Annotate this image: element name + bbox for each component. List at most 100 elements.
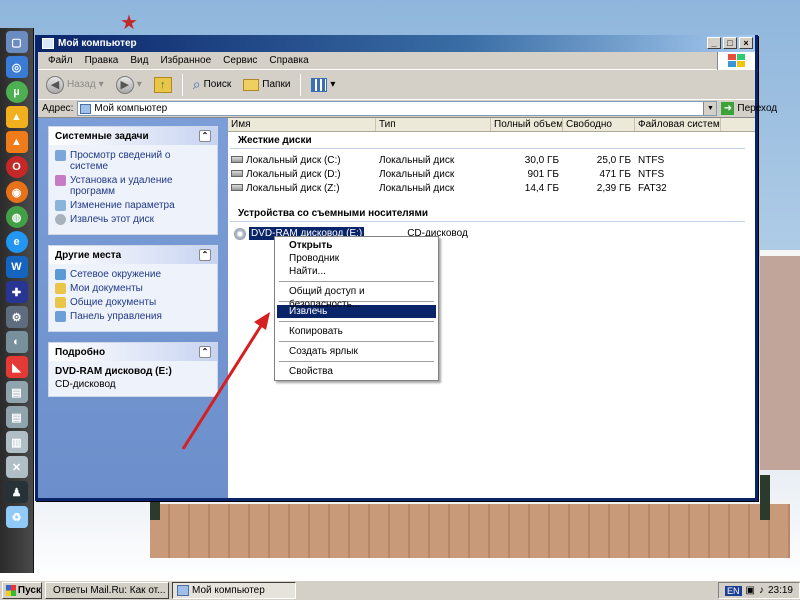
taskbar-item-browser[interactable]: Ответы Mail.Ru: Как от... xyxy=(45,582,169,599)
chevron-down-icon[interactable]: ▼ xyxy=(703,102,717,115)
dock-torrent-icon[interactable]: µ xyxy=(5,81,28,103)
volume-tray-icon[interactable]: ♪ xyxy=(759,585,764,596)
folder-icon xyxy=(55,297,66,308)
chevron-up-icon[interactable]: ⌃ xyxy=(199,249,211,261)
dock-folder-icon[interactable]: ▤ xyxy=(5,406,28,428)
dock-chart-icon[interactable]: ◣ xyxy=(5,356,28,378)
column-name[interactable]: Имя xyxy=(228,118,376,131)
table-row[interactable]: Локальный диск (C:) Локальный диск 30,0 … xyxy=(228,153,755,167)
menu-separator xyxy=(279,281,434,282)
chevron-up-icon[interactable]: ⌃ xyxy=(199,130,211,142)
dock-ie-icon[interactable]: e xyxy=(5,231,28,253)
folders-label: Папки xyxy=(262,79,291,90)
start-button[interactable]: Пуск xyxy=(2,582,42,599)
dock-docs-icon[interactable]: ▥ xyxy=(5,431,28,453)
chevron-down-icon: ▾ xyxy=(330,79,336,90)
back-arrow-icon: ◀ xyxy=(46,75,64,94)
menu-item-open[interactable]: Открыть xyxy=(277,239,436,252)
kremlin-star-icon: ★ xyxy=(120,12,138,34)
dock-globe-icon[interactable]: ◍ xyxy=(5,206,28,228)
menu-help[interactable]: Справка xyxy=(263,55,314,66)
go-button[interactable]: ➜ Переход xyxy=(721,102,777,115)
details-header[interactable]: Подробно ⌃ xyxy=(49,343,217,361)
disc-icon xyxy=(55,214,66,225)
dock-opera-icon[interactable]: O xyxy=(5,156,28,178)
toolbar-separator xyxy=(181,73,183,96)
views-button[interactable]: ▾ xyxy=(307,76,339,94)
task-pane: Системные задачи ⌃ Просмотр сведений о с… xyxy=(38,118,228,498)
dock-disk-icon[interactable]: ◐ xyxy=(5,331,28,353)
menu-item-find[interactable]: Найти... xyxy=(277,265,436,278)
place-network[interactable]: Сетевое окружение xyxy=(55,269,211,280)
system-tasks-panel: Системные задачи ⌃ Просмотр сведений о с… xyxy=(48,126,218,235)
column-filesystem[interactable]: Файловая система xyxy=(635,118,721,131)
menu-item-create-shortcut[interactable]: Создать ярлык xyxy=(277,345,436,358)
language-indicator[interactable]: EN xyxy=(725,585,742,596)
dock-tools-icon[interactable]: ✕ xyxy=(5,456,28,478)
column-type[interactable]: Тип xyxy=(376,118,491,131)
maximize-button[interactable]: □ xyxy=(723,37,737,49)
search-button[interactable]: ⌕ Поиск xyxy=(189,74,236,95)
network-icon xyxy=(55,269,66,280)
dock-folder-icon[interactable]: ▤ xyxy=(5,381,28,403)
task-change-setting[interactable]: Изменение параметра xyxy=(55,200,211,211)
menu-view[interactable]: Вид xyxy=(124,55,154,66)
column-total[interactable]: Полный объем xyxy=(491,118,563,131)
menu-item-properties[interactable]: Свойства xyxy=(277,365,436,378)
go-label: Переход xyxy=(737,103,778,114)
left-dock: ▢ ◎ µ ▲ ▲ O ◉ ◍ e W ✚ ⚙ ◐ ◣ ▤ ▤ ▥ ✕ ♟ ♻ xyxy=(0,28,34,573)
details-title: Подробно xyxy=(55,346,106,358)
address-input[interactable]: Мой компьютер ▼ xyxy=(77,101,718,116)
menu-item-explorer[interactable]: Проводник xyxy=(277,252,436,265)
place-shared-documents[interactable]: Общие документы xyxy=(55,297,211,308)
dock-vlc-icon[interactable]: ▲ xyxy=(5,131,28,153)
menu-tools[interactable]: Сервис xyxy=(217,55,263,66)
wallpaper-wall xyxy=(150,500,790,558)
folder-icon xyxy=(243,78,260,91)
forward-button[interactable]: ▶ ▾ xyxy=(112,74,146,96)
search-label: Поиск xyxy=(203,79,232,90)
folder-icon xyxy=(55,283,66,294)
menu-edit[interactable]: Правка xyxy=(79,55,125,66)
menu-separator xyxy=(279,361,434,362)
taskbar-item-my-computer[interactable]: Мой компьютер xyxy=(172,582,296,599)
system-tasks-header[interactable]: Системные задачи ⌃ xyxy=(49,127,217,145)
menu-item-sharing[interactable]: Общий доступ и безопасность... xyxy=(277,285,436,310)
dock-network-icon[interactable]: ◎ xyxy=(5,56,28,78)
taskbar: Пуск Ответы Mail.Ru: Как от... Мой компь… xyxy=(0,580,800,600)
menu-item-copy[interactable]: Копировать xyxy=(277,325,436,338)
task-system-info[interactable]: Просмотр сведений о системе xyxy=(55,150,211,172)
close-button[interactable]: × xyxy=(739,37,753,49)
dock-app-icon[interactable]: ▢ xyxy=(5,31,28,53)
details-type: CD-дисковод xyxy=(55,379,116,390)
up-button[interactable]: ↑ xyxy=(150,75,176,95)
task-add-remove-programs[interactable]: Установка и удаление программ xyxy=(55,175,211,197)
back-button[interactable]: ◀ Назад ▾ xyxy=(42,74,108,96)
dock-firefox-icon[interactable]: ◉ xyxy=(5,181,28,203)
dock-flag-icon[interactable]: ✚ xyxy=(5,281,28,303)
column-headers: Имя Тип Полный объем Свободно Файловая с… xyxy=(228,118,755,132)
folders-button[interactable]: Папки xyxy=(239,77,294,93)
info-icon xyxy=(55,150,66,161)
hard-disk-icon xyxy=(231,156,243,164)
dock-shirt-icon[interactable]: ♟ xyxy=(5,481,28,503)
dock-recycle-bin-icon[interactable]: ♻ xyxy=(5,506,28,528)
dock-tool-icon[interactable]: ⚙ xyxy=(5,306,28,328)
chevron-up-icon[interactable]: ⌃ xyxy=(199,346,211,358)
go-arrow-icon: ➜ xyxy=(721,102,735,115)
my-computer-icon xyxy=(80,103,92,114)
dock-warning-icon[interactable]: ▲ xyxy=(5,106,28,128)
window-titlebar[interactable]: Мой компьютер _ □ × xyxy=(38,35,755,52)
network-tray-icon[interactable]: ▣ xyxy=(746,585,755,596)
menu-file[interactable]: Файл xyxy=(42,55,79,66)
column-free[interactable]: Свободно xyxy=(563,118,635,131)
table-row[interactable]: Локальный диск (D:) Локальный диск 901 Г… xyxy=(228,167,755,181)
place-my-documents[interactable]: Мои документы xyxy=(55,283,211,294)
dock-word-icon[interactable]: W xyxy=(5,256,28,278)
other-places-header[interactable]: Другие места ⌃ xyxy=(49,246,217,264)
place-control-panel[interactable]: Панель управления xyxy=(55,311,211,322)
table-row[interactable]: Локальный диск (Z:) Локальный диск 14,4 … xyxy=(228,181,755,195)
menu-favorites[interactable]: Избранное xyxy=(154,55,217,66)
task-eject-disk[interactable]: Извлечь этот диск xyxy=(55,214,211,225)
minimize-button[interactable]: _ xyxy=(707,37,721,49)
